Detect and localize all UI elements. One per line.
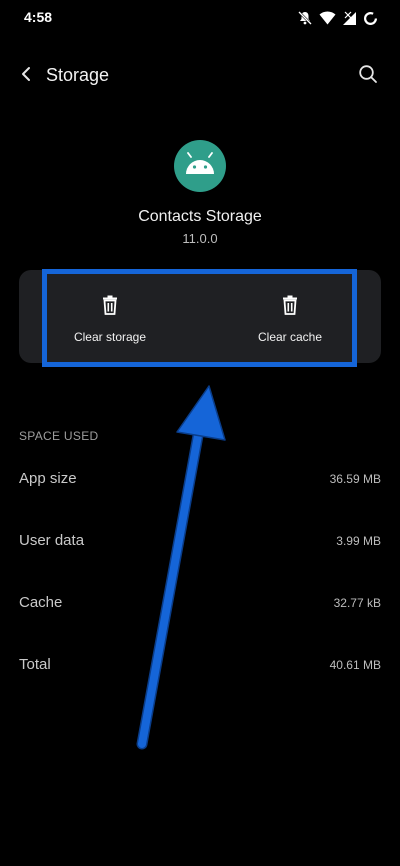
cache-value: 32.77 kB [333,596,381,610]
cache-row: Cache 32.77 kB [19,584,381,624]
total-value: 40.61 MB [329,658,381,672]
app-bar: Storage [0,50,400,102]
trash-icon [282,294,298,316]
sync-icon [363,11,378,26]
storage-screen: 4:58 Storage Contacts Storage 11.0.0 Cle… [0,0,400,866]
signal-icon [342,11,357,26]
total-label: Total [19,656,51,673]
app-name: Contacts Storage [138,208,262,225]
wifi-icon [319,11,336,25]
app-icon [174,140,226,192]
back-button[interactable] [12,62,40,90]
user-data-value: 3.99 MB [336,534,381,548]
app-size-label: App size [19,470,77,487]
clear-storage-label: Clear storage [73,330,147,344]
search-icon [358,64,378,89]
cache-label: Cache [19,594,63,611]
clear-cache-button[interactable]: Clear cache [215,270,365,363]
clear-cache-label: Clear cache [257,330,323,344]
total-row: Total 40.61 MB [19,646,381,686]
user-data-label: User data [19,532,85,549]
status-icons [297,9,378,27]
mute-icon [297,10,313,26]
status-bar: 4:58 [0,0,400,36]
search-button[interactable] [354,62,382,90]
space-used-header: SPACE USED [19,429,99,443]
storage-actions-card: Clear storage Clear cache [19,270,381,363]
app-size-row: App size 36.59 MB [19,460,381,500]
status-time: 4:58 [24,9,53,25]
app-size-value: 36.59 MB [329,472,381,486]
trash-icon [102,294,118,316]
clear-storage-button[interactable]: Clear storage [35,270,185,363]
back-arrow-icon [19,66,33,87]
page-title: Storage [46,65,110,85]
app-version: 11.0.0 [182,231,218,246]
android-icon [183,151,217,181]
user-data-row: User data 3.99 MB [19,522,381,562]
